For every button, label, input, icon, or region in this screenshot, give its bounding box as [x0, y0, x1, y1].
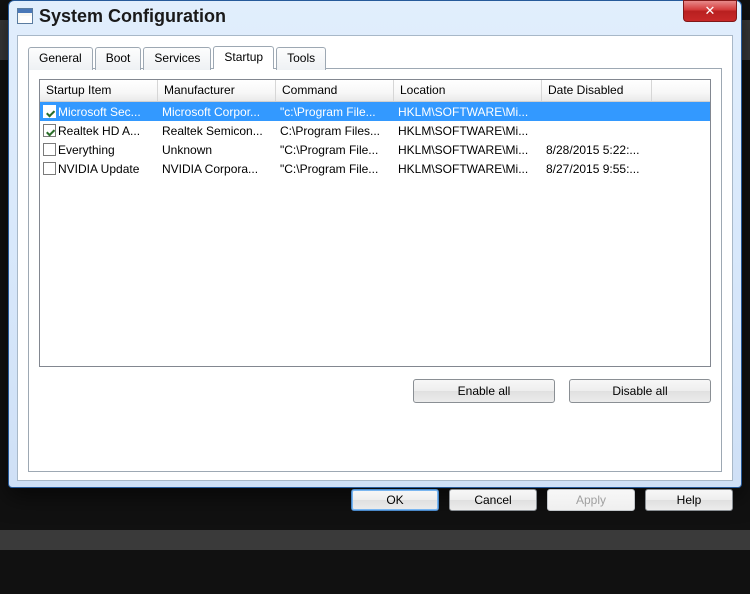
row-checkbox[interactable]	[43, 162, 56, 175]
enable-all-button[interactable]: Enable all	[413, 379, 555, 403]
panel-buttons: Enable all Disable all	[39, 379, 711, 403]
header-location[interactable]: Location	[394, 80, 542, 101]
cell-date-disabled: 8/27/2015 9:55:...	[542, 162, 652, 176]
cell-command: "c:\Program File...	[276, 105, 394, 119]
titlebar[interactable]: System Configuration ✕	[9, 1, 741, 31]
system-configuration-window: System Configuration ✕ General Boot Serv…	[8, 0, 742, 488]
background-band	[0, 530, 750, 550]
cell-startup-item: Realtek HD A...	[58, 124, 140, 138]
cell-location: HKLM\SOFTWARE\Mi...	[394, 162, 542, 176]
dialog-buttons: OK Cancel Apply Help	[9, 489, 733, 511]
cell-location: HKLM\SOFTWARE\Mi...	[394, 105, 542, 119]
cell-manufacturer: Microsoft Corpor...	[158, 105, 276, 119]
cell-command: C:\Program Files...	[276, 124, 394, 138]
startup-listview[interactable]: Startup Item Manufacturer Command Locati…	[39, 79, 711, 367]
row-checkbox[interactable]	[43, 124, 56, 137]
startup-panel: Startup Item Manufacturer Command Locati…	[28, 68, 722, 472]
tab-boot[interactable]: Boot	[95, 47, 142, 70]
tab-startup[interactable]: Startup	[213, 46, 274, 69]
column-headers[interactable]: Startup Item Manufacturer Command Locati…	[40, 80, 710, 102]
header-command[interactable]: Command	[276, 80, 394, 101]
cell-startup-item: Microsoft Sec...	[58, 105, 141, 119]
apply-button[interactable]: Apply	[547, 489, 635, 511]
cell-command: "C:\Program File...	[276, 143, 394, 157]
table-row[interactable]: Everything Unknown"C:\Program File...HKLM…	[40, 140, 710, 159]
table-row[interactable]: Realtek HD A... Realtek Semicon...C:\Prog…	[40, 121, 710, 140]
header-startup-item[interactable]: Startup Item	[40, 80, 158, 101]
row-checkbox[interactable]	[43, 143, 56, 156]
cancel-button[interactable]: Cancel	[449, 489, 537, 511]
table-row[interactable]: Microsoft Sec... Microsoft Corpor..."c:\P…	[40, 102, 710, 121]
client-area: General Boot Services Startup Tools Star…	[17, 35, 733, 481]
cell-manufacturer: Realtek Semicon...	[158, 124, 276, 138]
cell-location: HKLM\SOFTWARE\Mi...	[394, 124, 542, 138]
tab-strip: General Boot Services Startup Tools	[28, 46, 722, 69]
cell-manufacturer: Unknown	[158, 143, 276, 157]
close-icon: ✕	[705, 3, 716, 19]
header-spacer	[652, 80, 710, 101]
cell-command: "C:\Program File...	[276, 162, 394, 176]
cell-manufacturer: NVIDIA Corpora...	[158, 162, 276, 176]
tab-services[interactable]: Services	[143, 47, 211, 70]
table-row[interactable]: NVIDIA Update NVIDIA Corpora..."C:\Progra…	[40, 159, 710, 178]
row-checkbox[interactable]	[43, 105, 56, 118]
tab-general[interactable]: General	[28, 47, 93, 70]
cell-location: HKLM\SOFTWARE\Mi...	[394, 143, 542, 157]
header-manufacturer[interactable]: Manufacturer	[158, 80, 276, 101]
close-button[interactable]: ✕	[683, 0, 737, 22]
ok-button[interactable]: OK	[351, 489, 439, 511]
tab-tools[interactable]: Tools	[276, 47, 326, 70]
help-button[interactable]: Help	[645, 489, 733, 511]
cell-startup-item: NVIDIA Update	[58, 162, 139, 176]
cell-date-disabled: 8/28/2015 5:22:...	[542, 143, 652, 157]
app-icon	[17, 8, 33, 24]
cell-startup-item: Everything	[58, 143, 115, 157]
disable-all-button[interactable]: Disable all	[569, 379, 711, 403]
header-date-disabled[interactable]: Date Disabled	[542, 80, 652, 101]
window-title: System Configuration	[39, 6, 741, 27]
